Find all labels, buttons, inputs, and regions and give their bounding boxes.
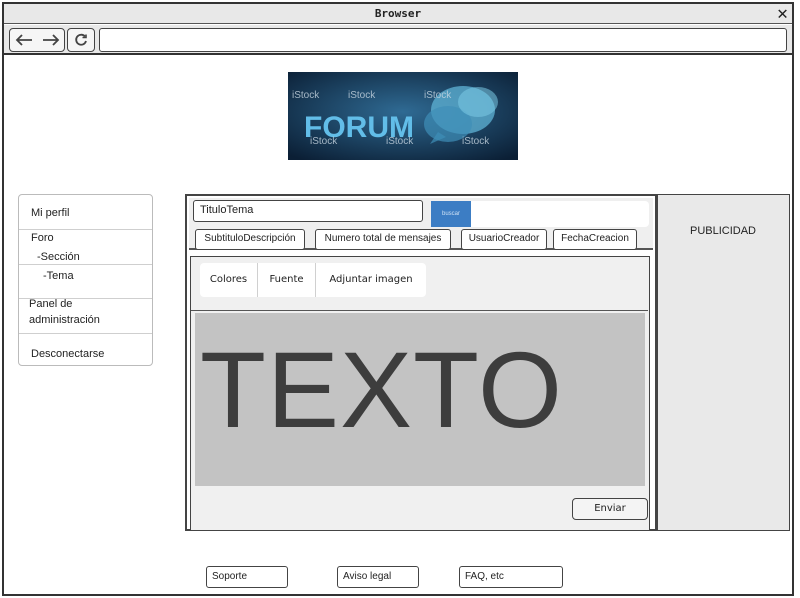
watermark-text: iStock [386, 136, 414, 147]
forum-logo: FORUM iStock iStock iStock iStock iStock… [288, 72, 518, 160]
sidebar-item-foro[interactable]: Foro [31, 232, 164, 244]
font-button[interactable]: Fuente [258, 263, 316, 297]
watermark-text: iStock [310, 136, 338, 147]
watermark-text: iStock [424, 90, 452, 101]
title-bar: Browser ✕ [4, 4, 792, 24]
window-title: Browser [374, 7, 422, 20]
refresh-icon[interactable] [67, 28, 95, 52]
history-buttons [9, 28, 65, 52]
watermark-text: iStock [462, 136, 490, 147]
browser-window: Browser ✕ FORUM iStock iStock iStock iSt… [2, 2, 794, 596]
sidebar-item-seccion[interactable]: -Sección [37, 251, 170, 263]
message-content: TEXTO [200, 329, 564, 450]
topic-header: TituloTema buscar SubtituloDescripción N… [189, 198, 653, 250]
advertising-panel: PUBLICIDAD [657, 194, 790, 531]
message-editor: Colores Fuente Adjuntar imagen TEXTO Env… [190, 256, 650, 531]
sidebar-item-panel-line1[interactable]: Panel de [29, 298, 162, 310]
url-input[interactable] [99, 28, 787, 52]
creation-date-field[interactable]: FechaCreacion [553, 229, 637, 250]
sidebar-divider [19, 229, 152, 230]
footer-link-soporte[interactable]: Soporte [206, 566, 288, 588]
watermark-text: iStock [292, 90, 320, 101]
close-icon[interactable]: ✕ [777, 4, 788, 24]
sidebar-divider [19, 333, 152, 334]
sidebar-item-desconectarse[interactable]: Desconectarse [31, 348, 164, 360]
footer-link-faq[interactable]: FAQ, etc [459, 566, 563, 588]
back-icon[interactable] [10, 29, 37, 50]
sidebar-item-panel-line2[interactable]: administración [29, 314, 162, 326]
search-area: buscar [431, 201, 649, 227]
creator-user-field[interactable]: UsuarioCreador [461, 229, 547, 250]
footer-link-aviso-legal[interactable]: Aviso legal [337, 566, 419, 588]
subtitle-description-field[interactable]: SubtituloDescripción [195, 229, 305, 250]
send-button[interactable]: Enviar [572, 498, 648, 520]
advertising-label: PUBLICIDAD [689, 225, 757, 237]
sidebar-menu: Mi perfil Foro -Sección -Tema Panel de a… [18, 194, 153, 366]
colors-button[interactable]: Colores [200, 263, 258, 297]
topic-panel: TituloTema buscar SubtituloDescripción N… [185, 194, 657, 531]
message-textarea[interactable]: TEXTO [195, 313, 645, 486]
sidebar-item-tema[interactable]: -Tema [43, 270, 176, 282]
total-messages-field[interactable]: Numero total de mensajes [315, 229, 451, 250]
editor-toolbar: Colores Fuente Adjuntar imagen [191, 257, 648, 311]
search-button[interactable]: buscar [431, 201, 471, 227]
sidebar-divider [19, 264, 152, 265]
topic-title-field[interactable]: TituloTema [193, 200, 423, 222]
forward-icon[interactable] [37, 29, 64, 50]
toolbar-buttons: Colores Fuente Adjuntar imagen [200, 263, 426, 297]
navigation-bar [4, 25, 792, 55]
attach-image-button[interactable]: Adjuntar imagen [316, 263, 426, 297]
sidebar-item-mi-perfil[interactable]: Mi perfil [31, 207, 164, 219]
watermark-text: iStock [348, 90, 376, 101]
